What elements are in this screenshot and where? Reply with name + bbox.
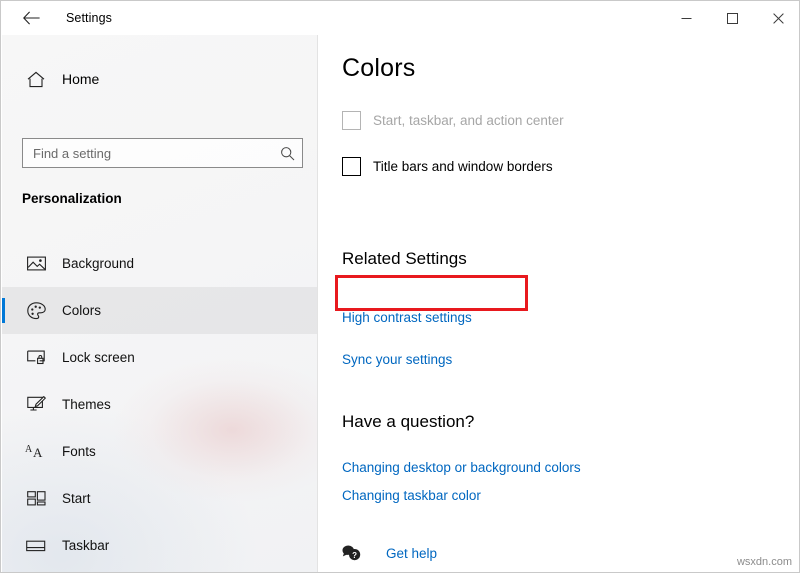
checkbox-box[interactable]	[342, 157, 361, 176]
sidebar-item-start[interactable]: Start	[2, 475, 317, 522]
sidebar-nav-list: Background Colors	[2, 240, 317, 569]
sidebar-divider	[317, 35, 318, 573]
link-sync-your-settings[interactable]: Sync your settings	[342, 352, 452, 367]
link-high-contrast-settings[interactable]: High contrast settings	[342, 310, 472, 325]
highlight-annotation-box	[335, 275, 528, 311]
watermark: wsxdn.com	[737, 556, 792, 568]
sidebar-category-label: Personalization	[22, 191, 122, 206]
sidebar-item-fonts-label: Fonts	[62, 444, 96, 459]
get-help-label: Get help	[386, 546, 437, 561]
picture-icon	[14, 255, 58, 272]
close-icon	[773, 13, 784, 24]
svg-text:A: A	[25, 444, 33, 455]
sidebar-item-home[interactable]: Home	[2, 62, 317, 96]
sidebar-item-colors-label: Colors	[62, 303, 101, 318]
maximize-button[interactable]	[709, 1, 755, 35]
app-title: Settings	[66, 11, 112, 25]
have-a-question-heading: Have a question?	[342, 412, 474, 432]
lock-screen-icon	[14, 349, 58, 366]
close-button[interactable]	[755, 1, 800, 35]
sidebar-item-start-label: Start	[62, 491, 91, 506]
main-content: Colors Start, taskbar, and action center…	[318, 35, 800, 573]
home-icon	[14, 71, 58, 88]
svg-text:?: ?	[352, 551, 357, 560]
sidebar-item-background[interactable]: Background	[2, 240, 317, 287]
sidebar-item-taskbar[interactable]: Taskbar	[2, 522, 317, 569]
start-tiles-icon	[14, 491, 58, 506]
selection-indicator	[2, 298, 5, 323]
sidebar-item-taskbar-label: Taskbar	[62, 538, 109, 553]
svg-text:A: A	[33, 445, 43, 460]
sidebar-item-home-label: Home	[62, 71, 99, 87]
checkbox-label: Start, taskbar, and action center	[373, 113, 564, 128]
back-arrow-icon	[23, 11, 40, 25]
search-icon[interactable]	[272, 139, 302, 167]
checkbox-title-bars-window-borders[interactable]: Title bars and window borders	[342, 157, 553, 176]
taskbar-icon	[14, 539, 58, 553]
sidebar-item-background-label: Background	[62, 256, 134, 271]
sidebar: Home Personalization	[2, 35, 317, 573]
maximize-icon	[727, 13, 738, 24]
back-button[interactable]	[9, 2, 53, 34]
search-box[interactable]	[22, 138, 303, 168]
minimize-button[interactable]	[663, 1, 709, 35]
search-input[interactable]	[23, 140, 272, 166]
sidebar-item-lock-screen[interactable]: Lock screen	[2, 334, 317, 381]
link-changing-desktop-colors[interactable]: Changing desktop or background colors	[342, 460, 581, 475]
window-controls	[663, 1, 800, 35]
checkbox-start-taskbar-action-center[interactable]: Start, taskbar, and action center	[342, 111, 564, 130]
get-help-button[interactable]: ? Get help	[342, 545, 437, 562]
checkbox-label: Title bars and window borders	[373, 159, 553, 174]
page-title: Colors	[342, 54, 415, 83]
sidebar-item-fonts[interactable]: A A Fonts	[2, 428, 317, 475]
sidebar-item-lock-screen-label: Lock screen	[62, 350, 135, 365]
help-bubble-icon: ?	[342, 545, 364, 562]
sidebar-item-themes[interactable]: Themes	[2, 381, 317, 428]
settings-window: Settings	[0, 0, 800, 573]
minimize-icon	[681, 13, 692, 24]
title-bar: Settings	[1, 1, 800, 35]
sidebar-item-themes-label: Themes	[62, 397, 111, 412]
related-settings-heading: Related Settings	[342, 249, 467, 269]
sidebar-item-colors[interactable]: Colors	[2, 287, 317, 334]
checkbox-box[interactable]	[342, 111, 361, 130]
search-container	[22, 138, 303, 168]
palette-icon	[14, 302, 58, 320]
link-changing-taskbar-color[interactable]: Changing taskbar color	[342, 488, 481, 503]
fonts-aa-icon: A A	[14, 443, 58, 460]
themes-brush-icon	[14, 396, 58, 414]
